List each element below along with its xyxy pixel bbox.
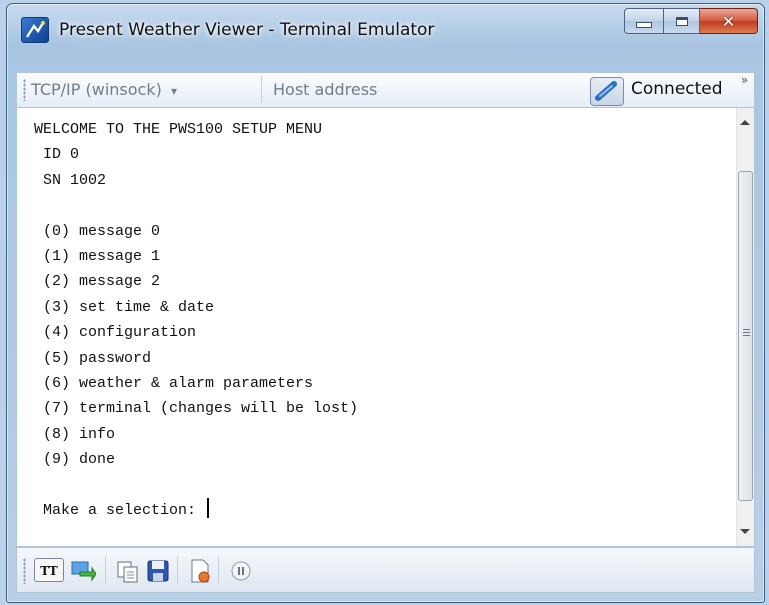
pause-button[interactable]: [228, 558, 254, 584]
toolbar-divider: [261, 76, 262, 103]
toolbar-overflow-icon[interactable]: »: [741, 73, 748, 87]
maximize-button[interactable]: [664, 8, 700, 34]
toolbar-divider: [218, 556, 219, 584]
terminal-line: (2) message 2: [34, 273, 161, 291]
bottom-toolbar: TT: [16, 547, 755, 593]
maximize-icon: [675, 16, 688, 26]
caption-buttons: ✕: [624, 8, 758, 36]
terminal-line: SN 1002: [34, 171, 107, 189]
protocol-label: TCP/IP (winsock): [31, 80, 162, 99]
close-button[interactable]: ✕: [700, 8, 758, 34]
connection-toolbar: TCP/IP (winsock) ▾ Host address Connecte…: [16, 72, 755, 107]
terminal-line: (4) configuration: [34, 324, 197, 342]
save-button[interactable]: [145, 558, 171, 584]
terminal-line: (0) message 0: [34, 222, 161, 240]
terminal-output: WELCOME TO THE PWS100 SETUP MENU ID 0 SN…: [34, 117, 358, 524]
log-file-button[interactable]: [187, 558, 213, 584]
scroll-grip-icon: [743, 329, 750, 337]
terminal-line: (5) password: [34, 349, 152, 367]
window-title: Present Weather Viewer - Terminal Emulat…: [59, 20, 435, 40]
protocol-dropdown[interactable]: TCP/IP (winsock) ▾: [31, 80, 177, 99]
scroll-down-icon[interactable]: [740, 529, 750, 534]
close-icon: ✕: [721, 11, 736, 31]
scroll-up-icon[interactable]: [740, 120, 750, 125]
minimize-button[interactable]: [624, 8, 664, 34]
terminal-line: (8) info: [34, 425, 116, 443]
host-address-input[interactable]: Host address: [273, 80, 377, 99]
plug-icon: [595, 81, 617, 101]
send-receive-icon: [71, 561, 97, 582]
pause-icon: [231, 561, 251, 581]
terminal-line: (7) terminal (changes will be lost): [34, 400, 359, 418]
document-record-icon: [191, 559, 210, 583]
connection-status: Connected: [631, 79, 723, 99]
app-window: Present Weather Viewer - Terminal Emulat…: [6, 3, 765, 603]
app-logo-icon[interactable]: [21, 17, 49, 43]
scroll-thumb[interactable]: [738, 171, 753, 501]
terminal-screen[interactable]: WELCOME TO THE PWS100 SETUP MENU ID 0 SN…: [16, 107, 755, 547]
connect-toggle-button[interactable]: [590, 77, 624, 106]
terminal-line: (9) done: [34, 451, 116, 469]
vertical-scrollbar[interactable]: [736, 108, 754, 546]
toolbar-grip[interactable]: [23, 558, 26, 584]
terminal-line: (1) message 1: [34, 248, 161, 266]
toolbar-divider: [105, 556, 106, 584]
tt-mode-button[interactable]: TT: [34, 558, 64, 582]
save-icon: [147, 560, 169, 582]
minimize-icon: [636, 22, 652, 28]
toolbar-grip[interactable]: [23, 79, 26, 101]
title-bar[interactable]: Present Weather Viewer - Terminal Emulat…: [7, 4, 764, 43]
terminal-line: WELCOME TO THE PWS100 SETUP MENU: [34, 121, 323, 138]
copy-button[interactable]: [115, 558, 141, 584]
toolbar-divider: [177, 556, 178, 584]
terminal-line: Make a selection:: [34, 502, 206, 520]
copy-icon: [117, 561, 138, 583]
terminal-line: (6) weather & alarm parameters: [34, 375, 314, 393]
send-receive-button[interactable]: [70, 558, 97, 584]
chevron-down-icon: ▾: [170, 84, 177, 98]
terminal-line: ID 0: [34, 146, 80, 164]
text-cursor: [207, 498, 210, 519]
terminal-line: (3) set time & date: [34, 298, 215, 316]
